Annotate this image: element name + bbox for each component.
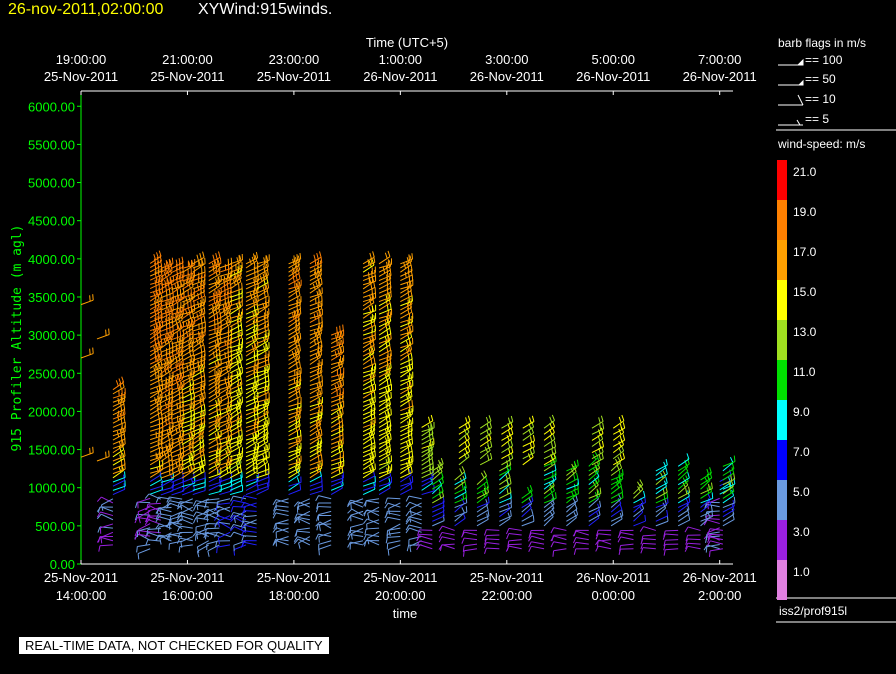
colorbar-label: 11.0: [793, 365, 816, 379]
top-tick-date: 26-Nov-2011: [683, 69, 757, 84]
colorbar-label: 9.0: [793, 405, 810, 419]
flag-label-10: == 10: [805, 92, 836, 106]
top-axis-title: Time (UTC+5): [366, 35, 448, 50]
source-label: iss2/prof915l: [779, 604, 847, 618]
bottom-tick-time: 2:00:00: [698, 588, 741, 603]
y-tick-label: 500.00: [35, 519, 75, 534]
y-tick-label: 3500.00: [28, 290, 75, 305]
bottom-tick-time: 14:00:00: [56, 588, 107, 603]
bottom-tick-date: 25-Nov-2011: [44, 570, 118, 585]
colorbar-swatch: [777, 280, 787, 320]
colorbar-swatch: [777, 320, 787, 360]
x-axis-label: time: [393, 606, 418, 621]
colorbar-swatch: [777, 560, 787, 600]
y-tick-label: 2500.00: [28, 366, 75, 381]
bottom-tick-time: 22:00:00: [481, 588, 532, 603]
y-tick-label: 3000.00: [28, 328, 75, 343]
colorbar-label: 17.0: [793, 245, 817, 259]
y-tick-label: 2000.00: [28, 404, 75, 419]
bottom-tick-date: 25-Nov-2011: [363, 570, 437, 585]
top-tick-time: 5:00:00: [592, 52, 635, 67]
colorbar-swatch: [777, 240, 787, 280]
wind-profiler-chart: 21.019.017.015.013.011.09.07.05.03.01.0 …: [0, 0, 896, 674]
top-tick-date: 25-Nov-2011: [44, 69, 118, 84]
bottom-tick-date: 26-Nov-2011: [576, 570, 650, 585]
flag-label-5: == 5: [805, 112, 829, 126]
y-tick-label: 5500.00: [28, 137, 75, 152]
colorbar-swatch: [777, 360, 787, 400]
quality-disclaimer: REAL-TIME DATA, NOT CHECKED FOR QUALITY: [19, 637, 329, 654]
bottom-tick-date: 26-Nov-2011: [683, 570, 757, 585]
colorbar-swatch: [777, 200, 787, 240]
bottom-tick-time: 20:00:00: [375, 588, 426, 603]
colorbar-swatch: [777, 520, 787, 560]
y-tick-label: 6000.00: [28, 99, 75, 114]
top-tick-date: 25-Nov-2011: [257, 69, 331, 84]
top-tick-time: 19:00:00: [56, 52, 107, 67]
y-tick-label: 4500.00: [28, 214, 75, 229]
colorbar-swatch: [777, 440, 787, 480]
y-tick-label: 4000.00: [28, 252, 75, 267]
colorbar-label: 21.0: [793, 165, 817, 179]
y-tick-label: 1500.00: [28, 443, 75, 458]
bottom-tick-date: 25-Nov-2011: [150, 570, 224, 585]
colorbar-label: 13.0: [793, 325, 817, 339]
top-tick-time: 7:00:00: [698, 52, 741, 67]
top-tick-time: 3:00:00: [485, 52, 528, 67]
top-tick-time: 1:00:00: [379, 52, 422, 67]
colorbar-label: 1.0: [793, 565, 810, 579]
top-tick-time: 21:00:00: [162, 52, 213, 67]
bottom-tick-time: 0:00:00: [592, 588, 635, 603]
bottom-tick-date: 25-Nov-2011: [257, 570, 331, 585]
y-axis-label: 915 Profiler Altitude (m agl): [10, 225, 25, 452]
colorbar-label: 5.0: [793, 485, 810, 499]
date-time-title: 26-nov-2011,02:00:00: [8, 1, 164, 18]
colorbar-label: 3.0: [793, 525, 810, 539]
bottom-tick-time: 16:00:00: [162, 588, 213, 603]
y-tick-label: 5000.00: [28, 176, 75, 191]
colorbar-swatch: [777, 160, 787, 200]
top-tick-date: 26-Nov-2011: [363, 69, 437, 84]
bottom-tick-date: 25-Nov-2011: [470, 570, 544, 585]
colorbar-label: 19.0: [793, 205, 817, 219]
colorbar-swatch: [777, 480, 787, 520]
colorbar-swatch: [777, 400, 787, 440]
flag-label-100: == 100: [805, 53, 843, 67]
colorbar-label: 7.0: [793, 445, 810, 459]
colorbar-label: 15.0: [793, 285, 817, 299]
top-tick-date: 25-Nov-2011: [150, 69, 224, 84]
flags-legend-title: barb flags in m/s: [778, 36, 866, 50]
bottom-tick-time: 18:00:00: [269, 588, 320, 603]
top-tick-time: 23:00:00: [269, 52, 320, 67]
y-tick-label: 1000.00: [28, 481, 75, 496]
plot-title: XYWind:915winds.: [198, 1, 333, 18]
top-tick-date: 26-Nov-2011: [576, 69, 650, 84]
speed-legend-title: wind-speed: m/s: [777, 137, 865, 151]
top-tick-date: 26-Nov-2011: [470, 69, 544, 84]
flag-label-50: == 50: [805, 72, 836, 86]
